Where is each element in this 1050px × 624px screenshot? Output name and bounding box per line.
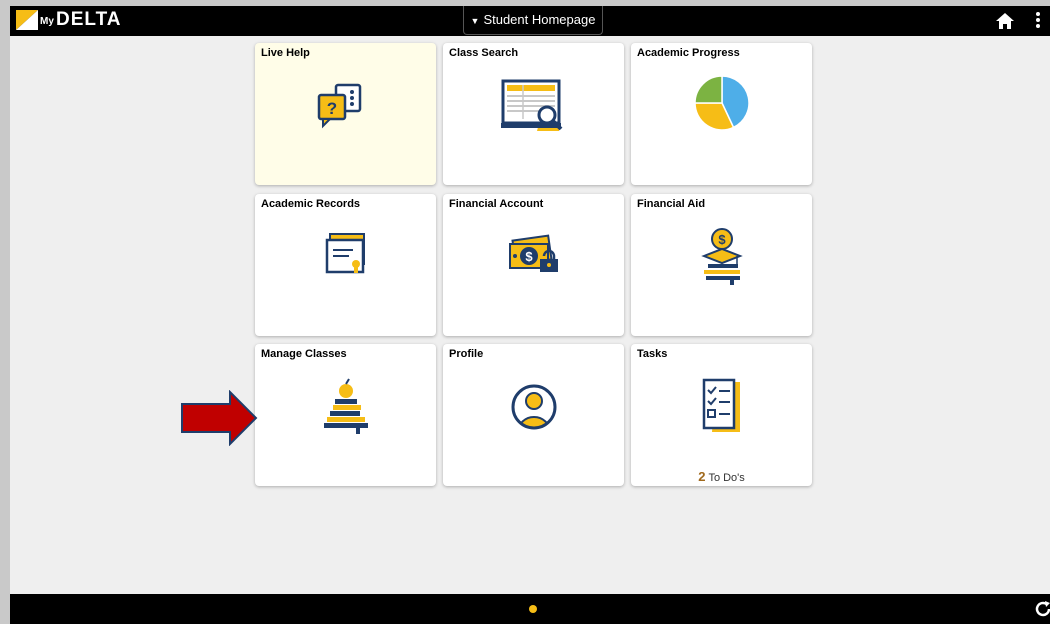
tile-tasks[interactable]: Tasks 2 To Do's [631, 344, 812, 486]
tile-title: Manage Classes [261, 348, 347, 360]
tile-icon-area: $ [443, 224, 624, 296]
tile-title: Live Help [261, 47, 310, 59]
tile-icon-area [443, 374, 624, 446]
tile-icon-area: $ [631, 224, 812, 296]
app-window: My DELTA ▼ Student Homepage Live Help ? … [10, 6, 1050, 624]
refresh-icon [1035, 601, 1050, 617]
task-checklist-icon [702, 378, 740, 432]
tile-academic-progress[interactable]: Academic Progress [631, 43, 812, 185]
tile-title: Academic Records [261, 198, 361, 210]
caret-down-icon: ▼ [470, 16, 480, 26]
delta-logo-icon [16, 10, 38, 30]
tile-profile[interactable]: Profile [443, 344, 624, 486]
dot-icon [1036, 18, 1040, 22]
logo-name: DELTA [56, 9, 122, 30]
actions-menu-button[interactable] [1033, 10, 1043, 32]
tile-financial-aid[interactable]: Financial Aid $ [631, 194, 812, 336]
tile-title: Financial Aid [637, 198, 706, 210]
tile-title: Academic Progress [637, 47, 740, 59]
pie-slice [693, 75, 723, 104]
home-button[interactable] [995, 11, 1015, 31]
tile-icon-area [443, 73, 624, 145]
chat-help-icon: ? [317, 83, 361, 129]
page-indicator-dot[interactable] [529, 605, 537, 613]
tasks-count: 2 To Do's [631, 469, 812, 484]
tile-financial-account[interactable]: Financial Account $ [443, 194, 624, 336]
svg-text:$: $ [718, 232, 726, 247]
tile-icon-area [255, 374, 436, 446]
profile-avatar-icon [511, 384, 556, 430]
dot-icon [1036, 24, 1040, 28]
top-bar: My DELTA ▼ Student Homepage [10, 6, 1050, 36]
tile-live-help[interactable]: Live Help ? [255, 43, 436, 185]
homepage-selector[interactable]: ▼ Student Homepage [463, 6, 603, 35]
tile-title: Profile [449, 348, 484, 360]
pie-chart-icon [693, 75, 750, 131]
financial-aid-icon: $ [700, 228, 743, 285]
tile-title: Financial Account [449, 198, 544, 210]
pointer-arrow-icon [181, 390, 258, 446]
task-count-label: To Do's [708, 472, 745, 484]
records-folder-icon [325, 233, 365, 274]
bottom-bar [10, 594, 1050, 624]
tile-manage-classes[interactable]: Manage Classes [255, 344, 436, 486]
task-count-number: 2 [698, 469, 706, 484]
logo-prefix: My [40, 16, 54, 27]
home-icon [996, 13, 1014, 29]
tile-title: Class Search [449, 47, 519, 59]
books-apple-icon [323, 378, 368, 434]
tile-academic-records[interactable]: Academic Records [255, 194, 436, 336]
dot-icon [1036, 12, 1040, 16]
tile-icon-area [255, 224, 436, 296]
tile-icon-area [631, 73, 812, 145]
homepage-selector-label: Student Homepage [483, 12, 596, 27]
class-search-icon [500, 79, 562, 131]
svg-text:$: $ [525, 249, 533, 264]
refresh-button[interactable] [1034, 600, 1050, 618]
tile-title: Tasks [637, 348, 668, 360]
tile-class-search[interactable]: Class Search [443, 43, 624, 185]
svg-text:?: ? [326, 99, 336, 118]
money-lock-icon: $ [508, 234, 558, 272]
tile-icon-area [631, 374, 812, 446]
tile-icon-area: ? [255, 73, 436, 145]
mydelta-logo[interactable]: My DELTA [16, 9, 146, 33]
